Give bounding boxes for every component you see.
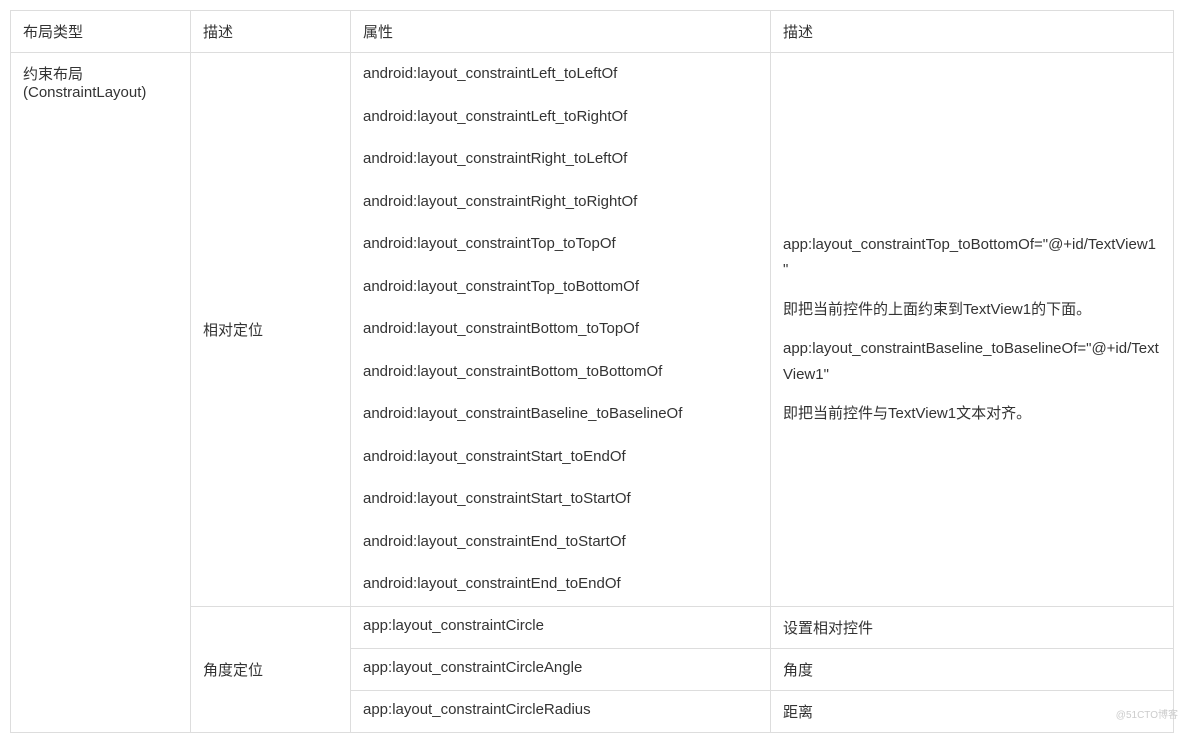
attr-item: android:layout_constraintRight_toRightOf [363,181,758,224]
attr-item: android:layout_constraintTop_toTopOf [363,223,758,266]
desc-relative: 相对定位 [191,53,351,607]
attr-item: android:layout_constraintStart_toEndOf [363,436,758,479]
layout-table: 布局类型 描述 属性 描述 约束布局(ConstraintLayout) 相对定… [10,10,1174,733]
attr-item: android:layout_constraintTop_toBottomOf [363,266,758,309]
detail-relative: app:layout_constraintTop_toBottomOf="@+i… [771,53,1174,607]
attr-list-relative: android:layout_constraintLeft_toLeftOf a… [351,53,771,607]
header-attr: 属性 [351,11,771,53]
table-row: 约束布局(ConstraintLayout) 相对定位 android:layo… [11,53,1174,607]
attr-item: android:layout_constraintLeft_toLeftOf [363,63,758,96]
attr-angle-angle: app:layout_constraintCircleAngle [351,648,771,690]
attr-item: android:layout_constraintEnd_toStartOf [363,521,758,564]
attr-item: android:layout_constraintRight_toLeftOf [363,138,758,181]
attr-angle-circle: app:layout_constraintCircle [351,606,771,648]
attr-item: android:layout_constraintEnd_toEndOf [363,563,758,596]
attr-item: android:layout_constraintStart_toStartOf [363,478,758,521]
attr-item: android:layout_constraintBottom_toTopOf [363,308,758,351]
detail-angle-circle: 设置相对控件 [771,606,1174,648]
header-layout-type: 布局类型 [11,11,191,53]
detail-text: 即把当前控件的上面约束到TextView1的下面。 [783,297,1161,323]
detail-text: app:layout_constraintTop_toBottomOf="@+i… [783,232,1161,283]
detail-angle-radius: 距离 [771,690,1174,732]
attr-item: android:layout_constraintBottom_toBottom… [363,351,758,394]
watermark: @51CTO博客 [1116,706,1178,721]
detail-text: 即把当前控件与TextView1文本对齐。 [783,401,1161,427]
header-row: 布局类型 描述 属性 描述 [11,11,1174,53]
attr-item: android:layout_constraintBaseline_toBase… [363,393,758,436]
attr-item: android:layout_constraintLeft_toRightOf [363,96,758,139]
header-detail: 描述 [771,11,1174,53]
attr-angle-radius: app:layout_constraintCircleRadius [351,690,771,732]
detail-text: app:layout_constraintBaseline_toBaseline… [783,336,1161,387]
header-desc: 描述 [191,11,351,53]
desc-angle: 角度定位 [191,606,351,732]
layout-type-cell: 约束布局(ConstraintLayout) [11,53,191,733]
detail-angle-angle: 角度 [771,648,1174,690]
